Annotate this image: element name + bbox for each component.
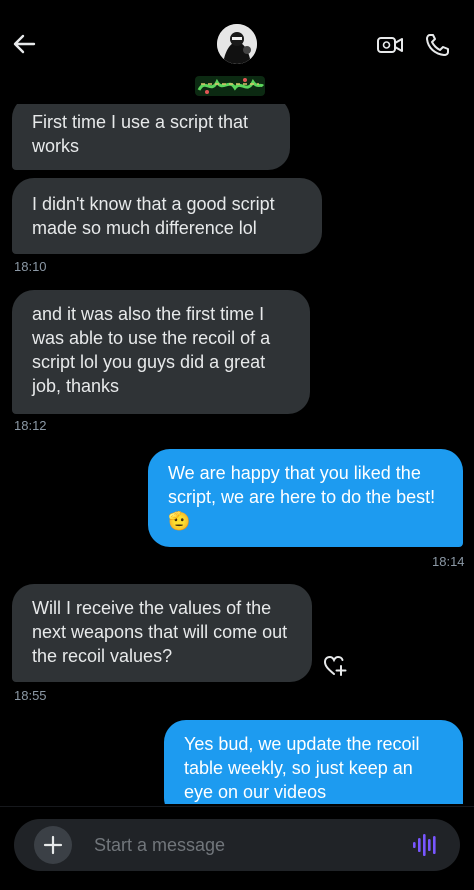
chat-header	[0, 0, 474, 104]
message-bubble-incoming[interactable]: Will I receive the values of the next we…	[12, 584, 312, 682]
video-call-icon[interactable]	[376, 32, 404, 58]
composer-bar	[0, 806, 474, 890]
message-timestamp: 18:55	[14, 688, 47, 703]
voice-message-icon[interactable]	[412, 833, 438, 857]
message-input[interactable]	[94, 833, 394, 857]
message-timestamp: 18:10	[14, 259, 47, 274]
message-bubble-outgoing[interactable]: We are happy that you liked the script, …	[148, 449, 463, 547]
message-bubble-incoming[interactable]: I didn't know that a good script made so…	[12, 178, 322, 254]
message-text: We are happy that you liked the script, …	[168, 463, 436, 507]
message-text: First time I use a script that works	[32, 112, 249, 156]
phone-call-icon[interactable]	[424, 32, 452, 58]
contact-name-graphic	[195, 76, 265, 96]
message-timestamp: 18:12	[14, 418, 47, 433]
avatar-image	[217, 24, 257, 64]
back-arrow-icon[interactable]	[10, 30, 38, 58]
message-text: Yes bud, we update the recoil table week…	[184, 734, 420, 802]
message-text: Will I receive the values of the next we…	[32, 598, 288, 666]
avatar[interactable]	[217, 24, 257, 64]
message-bubble-outgoing[interactable]: Yes bud, we update the recoil table week…	[164, 720, 463, 804]
composer	[14, 819, 460, 871]
add-reaction-icon[interactable]	[322, 652, 348, 678]
message-text: I didn't know that a good script made so…	[32, 194, 275, 238]
plus-icon	[43, 835, 63, 855]
message-bubble-incoming[interactable]: First time I use a script that works	[12, 104, 290, 170]
message-thread[interactable]: First time I use a script that works I d…	[0, 104, 474, 804]
message-bubble-incoming[interactable]: and it was also the first time I was abl…	[12, 290, 310, 414]
message-timestamp: 18:14	[432, 554, 465, 569]
saluting-face-emoji: 🫡	[168, 511, 191, 531]
message-text: and it was also the first time I was abl…	[32, 304, 271, 396]
add-attachment-button[interactable]	[34, 826, 72, 864]
